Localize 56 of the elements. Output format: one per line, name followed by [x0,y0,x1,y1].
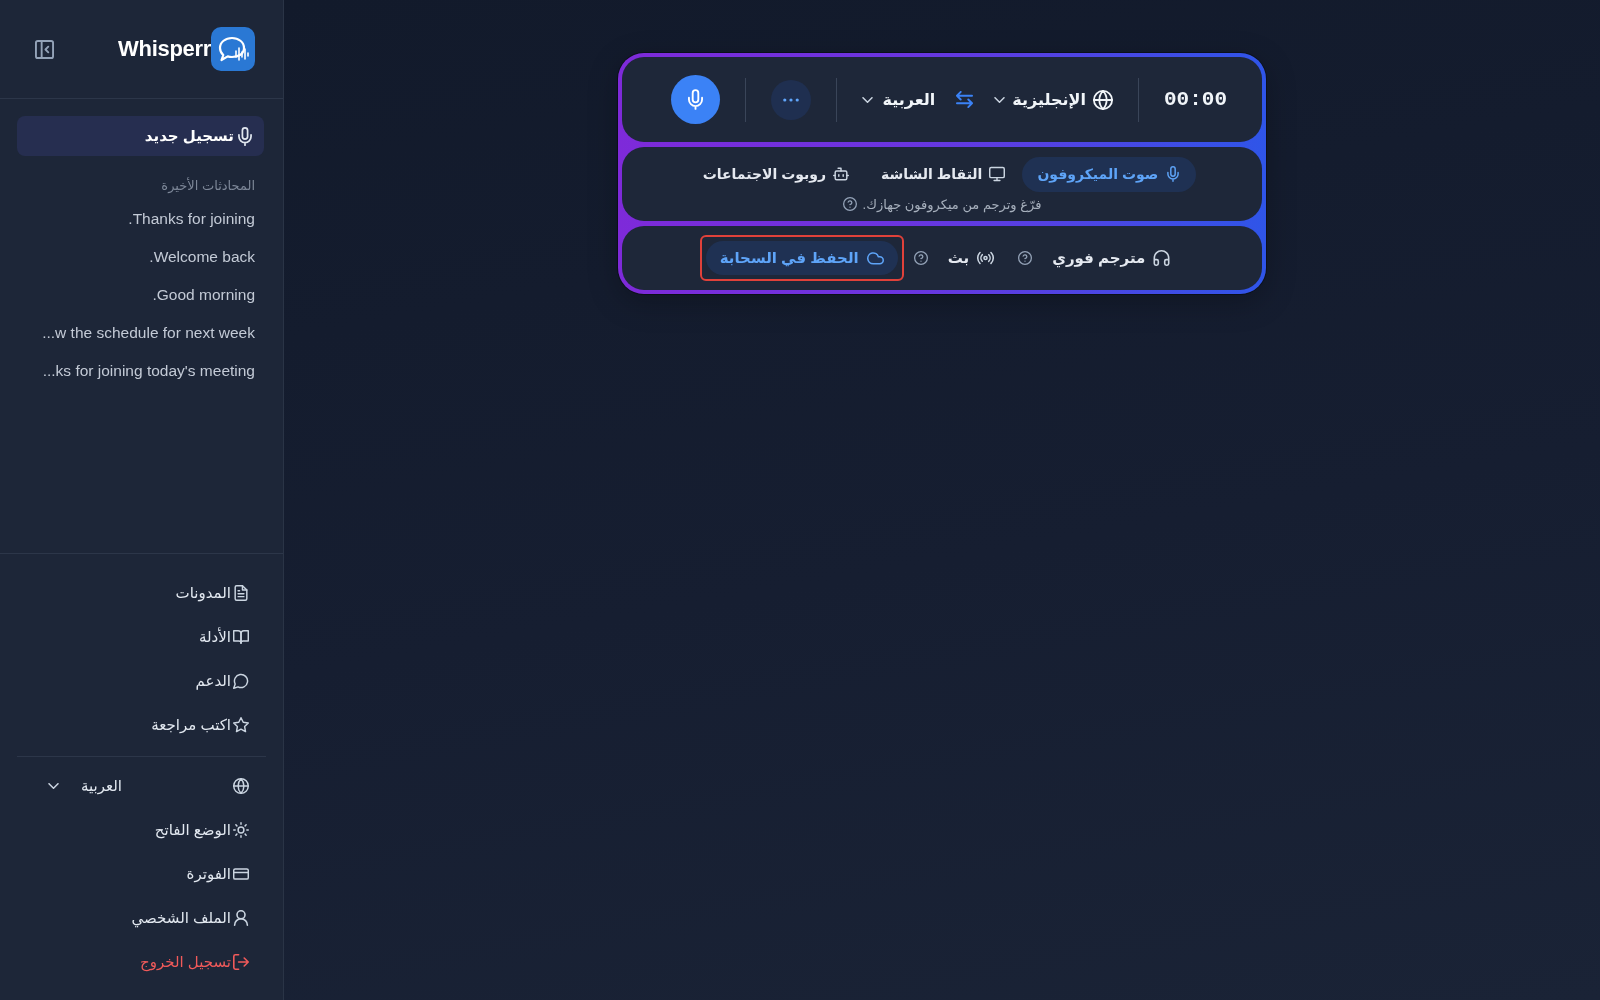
help-icon[interactable] [913,251,928,265]
help-icon[interactable] [1018,251,1033,265]
menu-item[interactable]: اكتب مراجعة [17,703,266,747]
option-toggle[interactable]: بث [933,241,1009,275]
sidebar-toggle-icon[interactable] [35,39,54,59]
help-icon[interactable] [842,197,857,211]
menu-item[interactable]: الملف الشخصي [17,896,266,940]
source-tab[interactable]: صوت الميكروفون [1022,156,1197,192]
cloud-icon [866,250,884,266]
source-language-select[interactable]: الإنجليزية [994,89,1113,110]
sun-icon [233,822,249,838]
chevron-down-icon [861,96,873,103]
broadcast-icon [977,250,995,266]
logout-icon [233,954,249,970]
option-toggle[interactable]: مترجم فوري [1038,241,1185,275]
speech-bubble-icon [233,673,249,689]
new-recording-button[interactable]: تسجيل جديد [17,116,264,156]
credit-card-icon [233,866,249,882]
chevron-down-icon [48,783,59,789]
globe-icon [233,778,249,794]
source-tab[interactable]: روبوت الاجتماعات [687,156,865,192]
menu-item[interactable]: الوضع الفاتح [17,808,266,852]
source-tab[interactable]: التقاط الشاشة [866,156,1021,192]
microphone-icon [1165,166,1182,182]
menu-item[interactable]: تسجيل الخروج [17,940,266,984]
globe-icon [1093,89,1113,110]
conversation-item[interactable]: ...ks for joining today's meeting [17,352,264,390]
conversation-item[interactable]: ...w the schedule for next week [17,314,264,352]
chevron-down-icon [994,96,1006,103]
menu-item[interactable]: الدعم [17,659,266,703]
menu-item[interactable]: المدونات [17,571,266,615]
star-icon [233,717,249,733]
more-icon [782,97,799,102]
language-select[interactable]: العربية [17,764,266,808]
robot-icon [833,166,850,182]
menu-item[interactable]: الفوترة [17,852,266,896]
microphone-icon [687,89,703,110]
document-icon [233,585,249,601]
swap-icon[interactable] [955,91,975,108]
section-heading: المحادثات الأخيرة [160,178,256,194]
conversation-item[interactable]: .Welcome back [17,238,264,276]
conversation-item[interactable]: .Thanks for joining [17,200,264,238]
logo-text: Whisperr [118,36,211,62]
target-language-select[interactable]: العربية [861,90,936,109]
conversation-item[interactable]: .Good morning [17,276,264,314]
record-button[interactable] [670,75,720,124]
monitor-icon [989,166,1006,182]
book-icon [233,629,249,645]
logo-icon [211,27,255,71]
user-icon [233,910,249,926]
timer: 00:00 [1164,88,1227,111]
microphone-icon [238,126,252,146]
option-toggle[interactable]: الحفظ في السحابة [705,241,898,275]
menu-item[interactable]: الأدلة [17,615,266,659]
hint-text: فرّغ وترجم من ميكروفون جهازك. [862,196,1042,212]
headphones-icon [1153,250,1171,266]
